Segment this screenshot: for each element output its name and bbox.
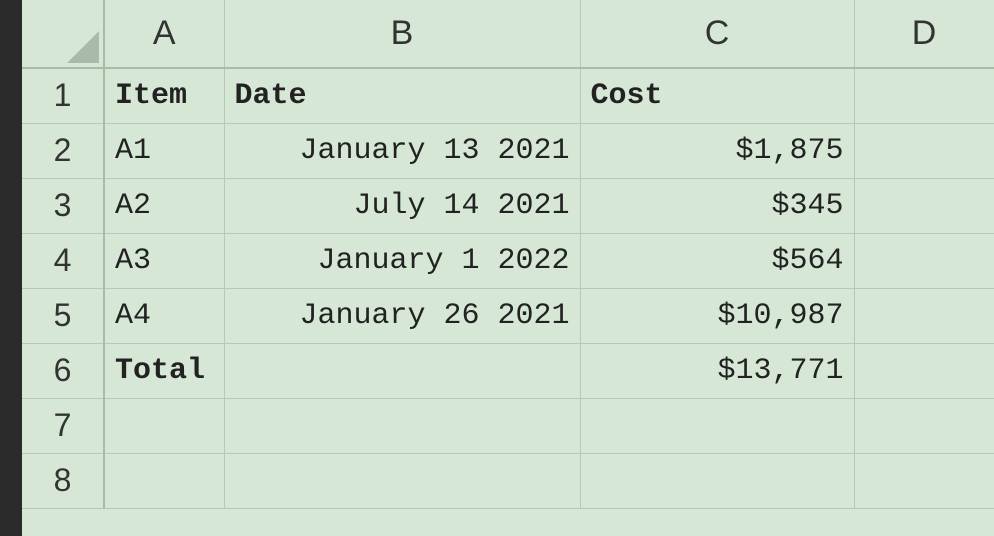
cell-A4[interactable]: A3 [104, 233, 224, 288]
cell-D1[interactable] [854, 68, 994, 123]
cell-B8[interactable] [224, 453, 580, 508]
row-2: 2 A1 January 13 2021 $1,875 [22, 123, 994, 178]
cell-B1[interactable]: Date [224, 68, 580, 123]
cell-C5[interactable]: $10,987 [580, 288, 854, 343]
cell-D2[interactable] [854, 123, 994, 178]
row-5: 5 A4 January 26 2021 $10,987 [22, 288, 994, 343]
row-header-1[interactable]: 1 [22, 68, 104, 123]
cell-D4[interactable] [854, 233, 994, 288]
cell-C8[interactable] [580, 453, 854, 508]
row-header-4[interactable]: 4 [22, 233, 104, 288]
cell-B7[interactable] [224, 398, 580, 453]
cell-C3[interactable]: $345 [580, 178, 854, 233]
row-3: 3 A2 July 14 2021 $345 [22, 178, 994, 233]
cell-C7[interactable] [580, 398, 854, 453]
cell-A7[interactable] [104, 398, 224, 453]
cell-D5[interactable] [854, 288, 994, 343]
row-1: 1 Item Date Cost [22, 68, 994, 123]
row-header-8[interactable]: 8 [22, 453, 104, 508]
row-4: 4 A3 January 1 2022 $564 [22, 233, 994, 288]
row-header-6[interactable]: 6 [22, 343, 104, 398]
cell-A2[interactable]: A1 [104, 123, 224, 178]
cell-A5[interactable]: A4 [104, 288, 224, 343]
cell-A1[interactable]: Item [104, 68, 224, 123]
window-left-strip [0, 0, 22, 536]
cell-D7[interactable] [854, 398, 994, 453]
column-header-C[interactable]: C [580, 0, 854, 68]
spreadsheet-grid[interactable]: A B C D 1 Item Date Cost 2 A1 January 13… [22, 0, 994, 536]
cell-B3[interactable]: July 14 2021 [224, 178, 580, 233]
cell-C2[interactable]: $1,875 [580, 123, 854, 178]
row-6: 6 Total $13,771 [22, 343, 994, 398]
column-header-D[interactable]: D [854, 0, 994, 68]
cell-A8[interactable] [104, 453, 224, 508]
row-8: 8 [22, 453, 994, 508]
cell-C6[interactable]: $13,771 [580, 343, 854, 398]
cell-C4[interactable]: $564 [580, 233, 854, 288]
select-all-triangle-icon [67, 31, 99, 63]
row-header-5[interactable]: 5 [22, 288, 104, 343]
row-7: 7 [22, 398, 994, 453]
cell-B2[interactable]: January 13 2021 [224, 123, 580, 178]
cell-B6[interactable] [224, 343, 580, 398]
column-header-row: A B C D [22, 0, 994, 68]
cell-D6[interactable] [854, 343, 994, 398]
cell-B4[interactable]: January 1 2022 [224, 233, 580, 288]
row-header-2[interactable]: 2 [22, 123, 104, 178]
cell-A6[interactable]: Total [104, 343, 224, 398]
cell-D3[interactable] [854, 178, 994, 233]
cell-A3[interactable]: A2 [104, 178, 224, 233]
row-header-7[interactable]: 7 [22, 398, 104, 453]
cell-B5[interactable]: January 26 2021 [224, 288, 580, 343]
select-all-corner[interactable] [22, 0, 104, 68]
cell-D8[interactable] [854, 453, 994, 508]
column-header-A[interactable]: A [104, 0, 224, 68]
row-header-3[interactable]: 3 [22, 178, 104, 233]
cell-C1[interactable]: Cost [580, 68, 854, 123]
column-header-B[interactable]: B [224, 0, 580, 68]
